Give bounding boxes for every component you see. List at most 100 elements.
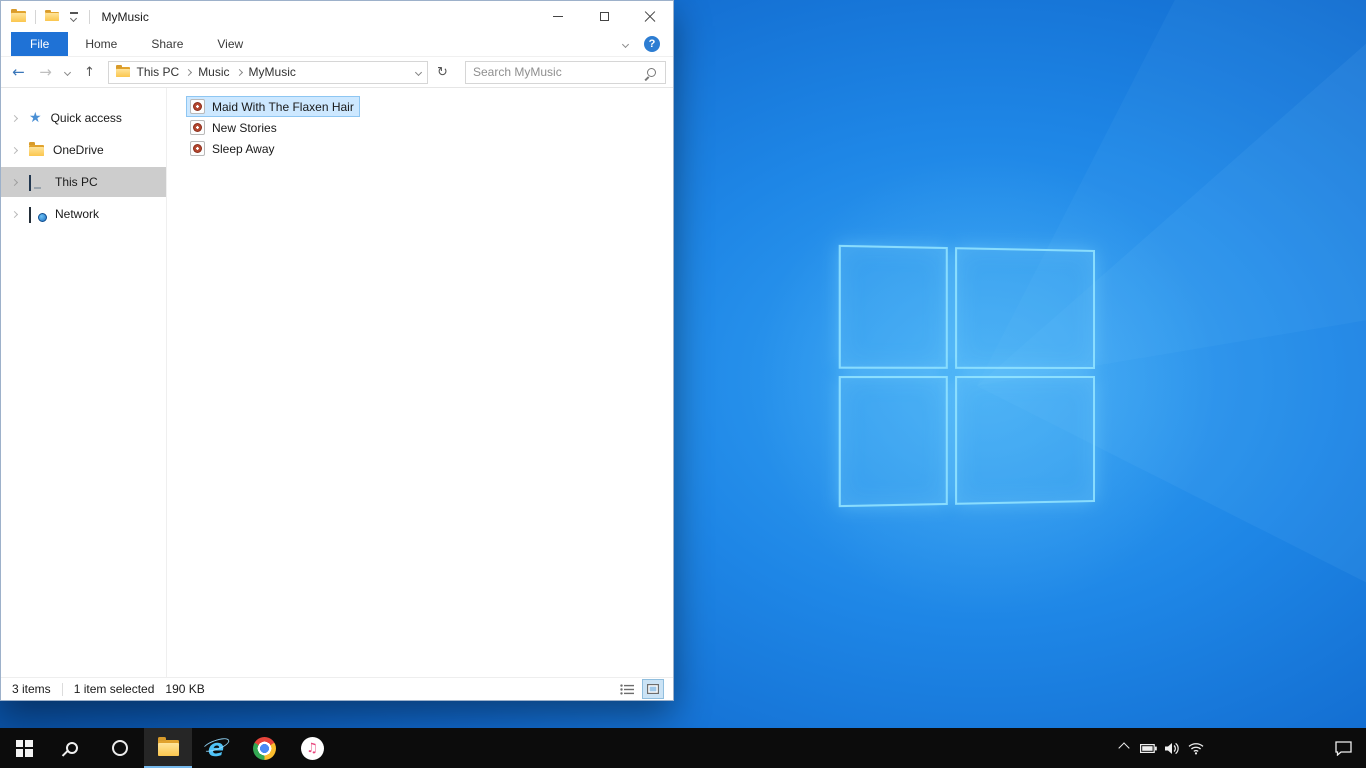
close-button[interactable] (627, 1, 673, 32)
ribbon-tab-bar: File Home Share View ? (1, 32, 673, 57)
separator (88, 9, 90, 24)
navigation-bar: ← → ↑ This PC Music MyMusic ↻ (1, 57, 673, 88)
title-bar: MyMusic (1, 1, 673, 32)
sidebar-item-this-pc[interactable]: This PC (1, 167, 166, 197)
file-explorer-taskbar-button[interactable] (144, 728, 192, 768)
address-dropdown-icon[interactable] (414, 68, 423, 76)
itunes-taskbar-button[interactable]: ♫ (288, 728, 336, 768)
breadcrumb-chevron-icon[interactable] (185, 68, 193, 77)
action-center-button[interactable] (1320, 728, 1366, 768)
tab-view[interactable]: View (200, 32, 260, 56)
show-hidden-icons-button[interactable] (1112, 728, 1136, 768)
file-list: Maid With The Flaxen Hair New Stories Sl… (167, 88, 673, 677)
sidebar-item-onedrive[interactable]: OneDrive (1, 135, 166, 165)
file-name: Sleep Away (212, 141, 275, 156)
internet-explorer-taskbar-button[interactable]: e (192, 728, 240, 768)
windows-logo-pane (838, 244, 948, 369)
explorer-content: ★ Quick access OneDrive This PC Network (1, 88, 673, 677)
breadcrumb-mymusic[interactable]: MyMusic (249, 65, 296, 79)
taskbar: e ♫ (0, 728, 1366, 768)
minimize-icon (553, 16, 563, 17)
address-bar[interactable]: This PC Music MyMusic (108, 60, 428, 84)
sidebar-item-label: Network (55, 207, 100, 221)
search-box (465, 60, 666, 84)
view-toggles (617, 679, 664, 699)
music-file-icon (190, 99, 205, 114)
system-tray (1112, 728, 1366, 768)
windows-start-icon (15, 739, 33, 757)
maximize-icon (599, 12, 609, 21)
breadcrumb-this-pc[interactable]: This PC (137, 65, 180, 79)
file-row[interactable]: Sleep Away (186, 138, 281, 159)
maximize-button[interactable] (581, 1, 627, 32)
volume-icon (1164, 742, 1179, 754)
file-row[interactable]: New Stories (186, 117, 283, 138)
large-icons-view-button[interactable] (642, 679, 664, 699)
windows-logo-pane (955, 376, 1095, 505)
onedrive-icon (29, 142, 44, 156)
help-icon[interactable]: ? (644, 36, 660, 52)
search-input[interactable] (473, 65, 641, 79)
qat-customize-icon[interactable] (68, 10, 80, 23)
sidebar-item-network[interactable]: Network (1, 199, 166, 229)
close-icon (644, 11, 656, 23)
breadcrumb-music[interactable]: Music (198, 65, 229, 79)
expander-chevron-icon[interactable] (10, 178, 19, 186)
tab-share[interactable]: Share (134, 32, 200, 56)
navigation-pane: ★ Quick access OneDrive This PC Network (1, 88, 167, 677)
large-icons-view-icon (647, 684, 659, 694)
window-icon (11, 8, 26, 22)
back-button[interactable]: ← (6, 60, 31, 84)
sidebar-item-label: This PC (55, 175, 98, 189)
internet-explorer-icon: e (201, 735, 231, 761)
search-icon (66, 742, 78, 754)
expand-ribbon-icon[interactable] (621, 40, 630, 48)
battery-tray-button[interactable] (1136, 728, 1160, 768)
breadcrumb-chevron-icon[interactable] (235, 68, 243, 77)
taskbar-search-button[interactable] (48, 728, 96, 768)
wifi-icon (1188, 742, 1204, 754)
cortana-icon (112, 740, 128, 756)
music-file-icon (190, 120, 205, 135)
sidebar-item-label: OneDrive (53, 143, 104, 157)
recent-locations-icon[interactable] (60, 60, 75, 84)
separator (35, 9, 36, 24)
volume-tray-button[interactable] (1160, 728, 1184, 768)
tab-home[interactable]: Home (68, 32, 134, 56)
file-row[interactable]: Maid With The Flaxen Hair (186, 96, 360, 117)
up-button[interactable]: ↑ (77, 60, 102, 84)
sidebar-item-quick-access[interactable]: ★ Quick access (1, 103, 166, 133)
status-items-count: 3 items (12, 682, 51, 696)
expander-chevron-icon[interactable] (10, 114, 19, 122)
quick-access-star-icon: ★ (29, 110, 42, 126)
action-center-icon (1334, 740, 1352, 756)
file-explorer-icon (157, 737, 179, 757)
tab-file[interactable]: File (11, 32, 69, 56)
status-selected-count: 1 item selected (73, 682, 155, 696)
expander-chevron-icon[interactable] (10, 146, 19, 154)
details-view-button[interactable] (617, 680, 637, 698)
details-view-icon (620, 683, 634, 695)
windows-logo-pane (955, 247, 1095, 369)
computer-icon (29, 174, 46, 191)
chrome-icon (252, 736, 276, 760)
sidebar-item-label: Quick access (50, 111, 122, 125)
chrome-taskbar-button[interactable] (240, 728, 288, 768)
search-icon[interactable] (647, 67, 656, 77)
start-button[interactable] (0, 728, 48, 768)
windows-logo (838, 244, 1095, 508)
cortana-button[interactable] (96, 728, 144, 768)
battery-icon (1139, 743, 1157, 753)
minimize-button[interactable] (535, 1, 581, 32)
forward-button[interactable]: → (33, 60, 58, 84)
music-file-icon (190, 141, 205, 156)
expander-chevron-icon[interactable] (10, 210, 19, 218)
separator (61, 682, 63, 696)
qat-new-folder-icon[interactable] (45, 9, 59, 22)
network-tray-button[interactable] (1184, 728, 1208, 768)
refresh-button[interactable]: ↻ (430, 60, 455, 84)
caption-buttons (535, 1, 673, 32)
address-folder-icon (116, 65, 130, 77)
file-explorer-window: MyMusic File Home Share View ? ← → ↑ Thi… (0, 0, 674, 701)
file-name: Maid With The Flaxen Hair (212, 99, 354, 114)
